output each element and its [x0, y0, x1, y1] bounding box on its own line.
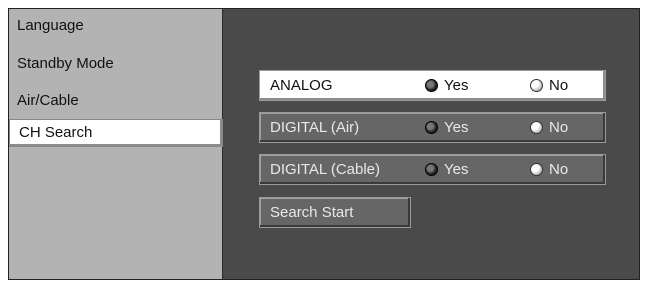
- radio-unselected-icon[interactable]: [530, 163, 543, 176]
- analog-no-label: No: [549, 77, 569, 94]
- sidebar-item-language[interactable]: Language: [17, 17, 84, 34]
- analog-row[interactable]: ANALOG Yes No: [259, 70, 606, 101]
- radio-unselected-icon[interactable]: [530, 121, 543, 134]
- digital-cable-label: DIGITAL (Cable): [270, 161, 381, 178]
- digital-air-row[interactable]: DIGITAL (Air) Yes No: [259, 112, 606, 143]
- search-start-button[interactable]: Search Start: [259, 197, 411, 228]
- digital-cable-no-option[interactable]: No: [530, 161, 568, 178]
- digital-air-no-label: No: [549, 119, 569, 136]
- radio-selected-icon[interactable]: [425, 79, 438, 92]
- digital-cable-row[interactable]: DIGITAL (Cable) Yes No: [259, 154, 606, 185]
- digital-air-no-option[interactable]: No: [530, 119, 568, 136]
- settings-sidebar: Language Standby Mode Air/Cable CH Searc…: [9, 9, 223, 279]
- digital-cable-yes-label: Yes: [444, 161, 469, 178]
- radio-unselected-icon[interactable]: [530, 79, 543, 92]
- radio-selected-icon[interactable]: [425, 163, 438, 176]
- ch-search-panel: ANALOG Yes No DIGITAL (Air) Yes No DIGIT…: [223, 9, 639, 279]
- analog-yes-option[interactable]: Yes: [425, 77, 468, 94]
- sidebar-item-ch-search[interactable]: CH Search: [9, 119, 223, 147]
- sidebar-item-standby-mode[interactable]: Standby Mode: [17, 55, 114, 72]
- digital-air-yes-option[interactable]: Yes: [425, 119, 468, 136]
- digital-cable-no-label: No: [549, 161, 569, 178]
- digital-air-yes-label: Yes: [444, 119, 469, 136]
- digital-air-label: DIGITAL (Air): [270, 119, 360, 136]
- radio-selected-icon[interactable]: [425, 121, 438, 134]
- digital-cable-yes-option[interactable]: Yes: [425, 161, 468, 178]
- analog-no-option[interactable]: No: [530, 77, 568, 94]
- settings-window: Language Standby Mode Air/Cable CH Searc…: [8, 8, 640, 280]
- analog-yes-label: Yes: [444, 77, 469, 94]
- analog-label: ANALOG: [270, 77, 333, 94]
- sidebar-item-air-cable[interactable]: Air/Cable: [17, 92, 79, 109]
